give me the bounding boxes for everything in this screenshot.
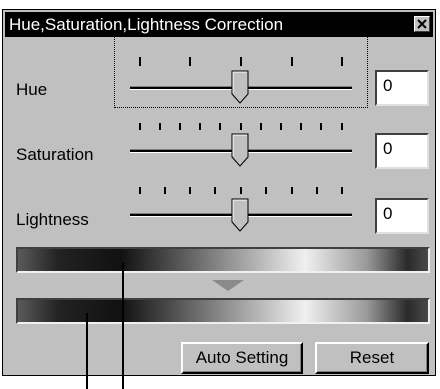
- callout-line: [122, 263, 124, 389]
- lightness-slider-thumb-icon[interactable]: [231, 198, 249, 232]
- down-arrow-icon: [212, 280, 244, 291]
- hue-label: Hue: [16, 80, 48, 99]
- hue-slider-thumb-icon[interactable]: [231, 70, 249, 104]
- close-button[interactable]: [414, 16, 430, 32]
- hue-value-field[interactable]: 0: [375, 70, 429, 106]
- saturation-label: Saturation: [16, 145, 94, 164]
- reset-button[interactable]: Reset: [315, 342, 429, 374]
- saturation-slider-thumb-icon[interactable]: [231, 133, 249, 167]
- lightness-label: Lightness: [16, 210, 89, 229]
- callout-line: [86, 313, 88, 389]
- title-bar[interactable]: Hue,Saturation,Lightness Correction: [5, 12, 433, 37]
- auto-setting-button[interactable]: Auto Setting: [181, 342, 303, 374]
- lightness-value-field[interactable]: 0: [375, 198, 429, 234]
- adjusted-color-bar: [16, 298, 430, 324]
- dialog-title: Hue,Saturation,Lightness Correction: [9, 15, 284, 34]
- original-color-bar: [16, 247, 430, 273]
- close-icon: [417, 19, 427, 29]
- saturation-value-field[interactable]: 0: [375, 133, 429, 169]
